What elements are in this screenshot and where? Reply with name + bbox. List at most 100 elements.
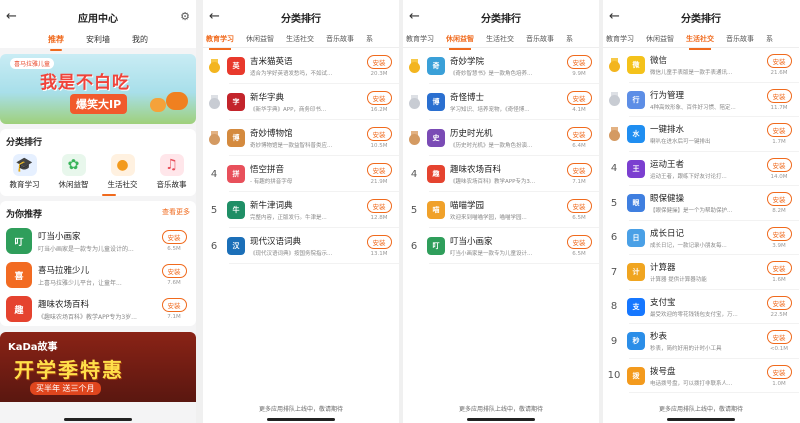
tab-mine[interactable]: 我的 [132,34,148,48]
tab-category[interactable]: 音乐故事 [526,34,554,47]
tab-category[interactable]: 生活社交 [286,34,314,47]
table-row[interactable]: 字新华字典 《新华字典》APP，商务印书... 安装 16.2M [203,84,399,120]
table-row[interactable]: 10 拨拨号盘 电话拨号盘，可以拨打非联系人... 安装 1.0M [603,359,799,394]
table-row[interactable]: 水一键排水 喇叭在进水后可一键排出 安装 1.7M [603,117,799,152]
install-button[interactable]: 安装 [766,123,792,138]
recommend-section-title: 为你推荐 查看更多 [6,207,190,220]
tab-category[interactable]: 音乐故事 [726,34,754,47]
list-item[interactable]: 喜喜马拉雅少儿 上喜马拉雅少儿平台，让童年... 安装 7.6M [0,258,196,292]
table-row[interactable]: 5 眼眼保健操 【眼保健操】是一个为帮助保护... 安装 8.2M [603,186,799,221]
table-row[interactable]: 6 汉现代汉语词典 《现代汉语词典》按国务院指示... 安装 13.1M [203,228,399,264]
install-button[interactable]: 安装 [161,230,187,244]
app-info: 新牛津词典 完整内容，正版发行。牛津是... [250,199,363,221]
table-row[interactable]: 4 趣趣味农场百科 《趣味农场百科》教学APP专为3... 安装 7.1M [403,156,599,192]
install-button[interactable]: 安装 [766,192,792,207]
table-row[interactable]: 博奇怪博士 学习知识、培养宠物，《奇怪博... 安装 4.1M [403,84,599,120]
rank-badge [605,126,623,142]
category-social[interactable]: ● 生活社交 [108,154,138,190]
app-name: 新华字典 [250,93,285,103]
install-button[interactable]: 安装 [766,54,792,69]
install-button[interactable]: 安装 [766,88,792,103]
table-row[interactable]: 8 支支付宝 最受欢迎的零花钱钱包支付宝，万... 安装 22.5M [603,290,799,325]
table-row[interactable]: 微微信 微信儿童手表版是一款手表通讯... 安装 21.6M [603,48,799,83]
tab-category[interactable]: 生活社交 [686,34,714,50]
promo-banner[interactable]: 喜马拉雅儿童 我是不白吃 爆笑大IP [0,54,196,124]
install-button[interactable]: 安装 [366,91,392,105]
tab-category[interactable]: 生活社交 [486,34,514,47]
install-button[interactable]: 安装 [766,157,792,172]
kada-promo-banner[interactable]: KaDa故事 开学季特惠 买半年 送三个月 [0,332,196,402]
install-button[interactable]: 安装 [766,330,792,345]
app-icon: 博 [227,129,245,147]
list-item[interactable]: 趣趣味农场百科 《趣味农场百科》教学APP专为3岁... 安装 7.1M [0,292,196,326]
install-button[interactable]: 安装 [766,261,792,276]
table-row[interactable]: 奇奇妙学院 《奇妙智慧书》是一款角色培养... 安装 9.9M [403,48,599,84]
tab-category[interactable]: 教育学习 [406,34,434,47]
install-button[interactable]: 安装 [566,55,592,69]
install-button[interactable]: 安装 [366,55,392,69]
install-group: 安装 7.6M [158,264,190,286]
table-row[interactable]: 博奇妙博物馆 奇妙博物馆是一款益智科普类应... 安装 10.5M [203,120,399,156]
install-button[interactable]: 安装 [766,295,792,310]
table-row[interactable]: 6 叮叮当小画家 叮当小画家是一款专为儿童设计... 安装 6.5M [403,228,599,264]
tab-category[interactable]: 教育学习 [206,34,234,50]
install-button[interactable]: 安装 [566,127,592,141]
install-button[interactable]: 安装 [161,298,187,312]
tab-category[interactable]: 系 [366,34,373,47]
app-icon: 字 [227,93,245,111]
app-size: 7.1M [167,314,181,320]
table-row[interactable]: 4 拼悟空拼音 - 有趣的拼音字母 安装 21.9M [203,156,399,192]
rank-badge [205,94,223,110]
table-row[interactable]: 行行为管理 4种高效形象、百件好习惯、陪定... 安装 11.7M [603,83,799,118]
app-desc: 学习知识、培养宠物，《奇怪博... [450,107,530,113]
table-row[interactable]: 4 王运动王者 运动王者，跟练下好友讨论打... 安装 14.0M [603,152,799,187]
table-row[interactable]: 6 日成长日记 成长日记，一款记录小朋友每... 安装 3.9M [603,221,799,256]
table-row[interactable]: 史历史时光机 《历史时光机》是一款角色扮演... 安装 6.4M [403,120,599,156]
app-name: 拨号盘 [650,366,676,377]
install-button[interactable]: 安装 [566,163,592,177]
tab-category[interactable]: 音乐故事 [326,34,354,47]
category-puzzle[interactable]: ✿ 休闲益智 [59,154,89,190]
install-button[interactable]: 安装 [366,163,392,177]
install-button[interactable]: 安装 [161,264,187,278]
install-button[interactable]: 安装 [366,127,392,141]
tab-category[interactable]: 教育学习 [606,34,634,47]
tab-category[interactable]: 休闲益智 [246,34,274,47]
table-row[interactable]: 7 计计算器 计算器 提供计算器功能 安装 1.6M [603,255,799,290]
category-music[interactable]: ♫ 音乐故事 [157,154,187,190]
tab-category[interactable]: 休闲益智 [646,34,674,47]
table-row[interactable]: 英吉米猫英语 适合为学好英语发愁吗，不如试... 安装 20.3M [203,48,399,84]
tab-category[interactable]: 休闲益智 [446,34,474,50]
app-size: 4.1M [572,107,586,113]
install-button[interactable]: 安装 [566,91,592,105]
home-indicator [267,418,335,421]
install-button[interactable]: 安装 [566,199,592,213]
list-item[interactable]: 叮叮当小画家 叮当小画家是一款专为儿童设计的... 安装 6.5M [0,224,196,258]
install-button[interactable]: 安装 [566,235,592,249]
app-size: 16.2M [370,107,388,113]
tab-anli-wall[interactable]: 安利墙 [86,34,110,48]
install-button[interactable]: 安装 [366,235,392,249]
rank-number: 4 [210,168,218,180]
view-more-link[interactable]: 查看更多 [162,207,190,220]
back-arrow-icon[interactable]: ← [209,9,220,24]
table-row[interactable]: 5 牛新牛津词典 完整内容，正版发行。牛津是... 安装 12.8M [203,192,399,228]
install-button[interactable]: 安装 [766,226,792,241]
install-button[interactable]: 安装 [366,199,392,213]
back-arrow-icon[interactable]: ← [609,9,620,24]
medal-icon [608,57,621,73]
install-group: 安装 20.3M [363,55,395,77]
category-education[interactable]: 🎓 教育学习 [10,154,40,190]
table-row[interactable]: 5 喵喵喵学园 欢迎来到喵喵学园，喵喵学园... 安装 6.5M [403,192,599,228]
medal-icon [208,130,221,146]
tab-category[interactable]: 系 [766,34,773,47]
rank-number: 6 [410,240,418,252]
table-row[interactable]: 9 秒秒表 秒表，简约好用的计时小工具 安装 <0.1M [603,324,799,359]
back-arrow-icon[interactable]: ← [409,9,420,24]
install-button[interactable]: 安装 [766,364,792,379]
tab-recommend[interactable]: 推荐 [48,34,64,51]
back-arrow-icon[interactable]: ← [6,9,17,24]
tab-category[interactable]: 系 [566,34,573,47]
gear-icon[interactable]: ⚙ [180,10,190,23]
install-group: 安装 7.1M [158,298,190,320]
